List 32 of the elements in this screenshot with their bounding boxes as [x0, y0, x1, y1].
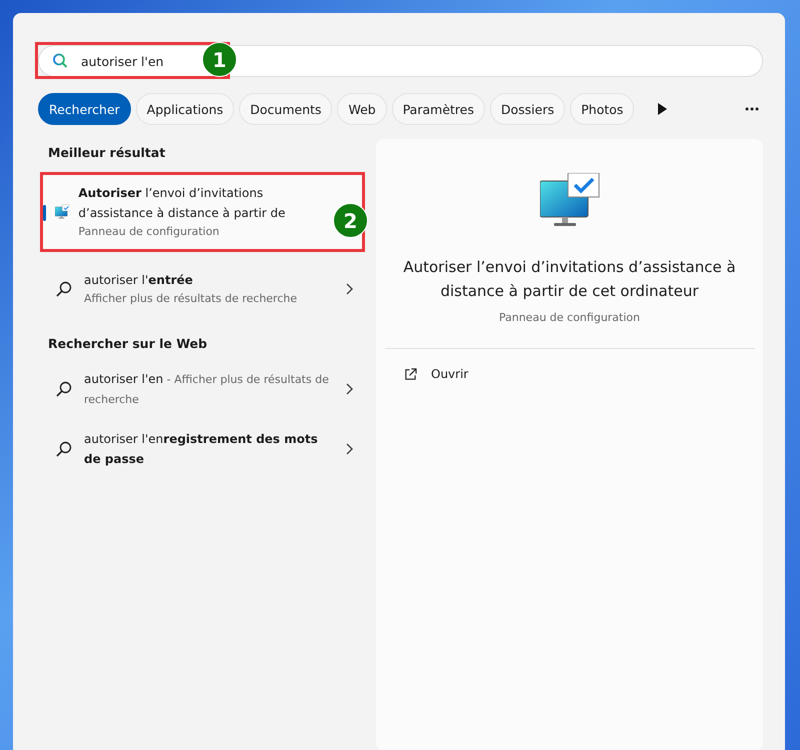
- filter-tab[interactable]: Web: [337, 93, 387, 125]
- filter-tab[interactable]: Rechercher: [38, 93, 131, 125]
- filter-tab[interactable]: Applications: [136, 93, 234, 125]
- external-link-icon: [404, 368, 417, 380]
- filter-tab[interactable]: Dossiers: [490, 93, 566, 125]
- search-suggestion[interactable]: autoriser l'entrée Afficher plus de résultats de recherche: [38, 260, 365, 318]
- suggestion-subtitle: Afficher plus de résultats de recherche: [84, 291, 298, 307]
- play-icon[interactable]: [657, 103, 668, 115]
- step-badge: 2: [333, 203, 368, 238]
- open-button[interactable]: Ouvrir: [404, 361, 468, 387]
- chevron-right-icon[interactable]: [345, 443, 353, 455]
- search-icon: [56, 281, 72, 297]
- details-title: Autoriser l’envoi d’invitations d’assistance à distance à partir de cet ordinateur: [402, 257, 737, 302]
- search-icon: [56, 441, 72, 457]
- search-suggestion[interactable]: autoriser l'enregistrement des mots de passe: [38, 419, 365, 479]
- search-icon: [56, 381, 72, 397]
- suggestion-text: autoriser l'entrée: [84, 272, 194, 289]
- section-heading: Meilleur résultat: [47, 144, 166, 162]
- filter-tab[interactable]: Paramètres: [392, 93, 485, 125]
- filter-tab[interactable]: Documents: [239, 93, 332, 125]
- section-heading: Rechercher sur le Web: [47, 335, 208, 353]
- best-result-item[interactable]: Autoriser l’envoi d’invitations d’assistance à distance à partir de Panneau de configuration 2: [40, 172, 365, 252]
- chevron-right-icon[interactable]: [345, 383, 353, 395]
- search-suggestion[interactable]: autoriser l'en - Afficher plus de résultats de recherche: [38, 359, 365, 419]
- suggestion-text: autoriser l'enregistrement des mots de passe: [84, 431, 319, 468]
- chevron-right-icon[interactable]: [345, 283, 353, 295]
- details-subtitle: Panneau de configuration: [498, 311, 640, 324]
- monitor-icon: [540, 173, 600, 229]
- result-title: Autoriser l’envoi d’invitations d’assistance à distance à partir de: [78, 185, 286, 222]
- result-subtitle: Panneau de configuration: [78, 224, 220, 240]
- filter-tab[interactable]: Photos: [570, 93, 634, 125]
- suggestion-text: autoriser l'en - Afficher plus de résultats de recherche: [84, 371, 330, 408]
